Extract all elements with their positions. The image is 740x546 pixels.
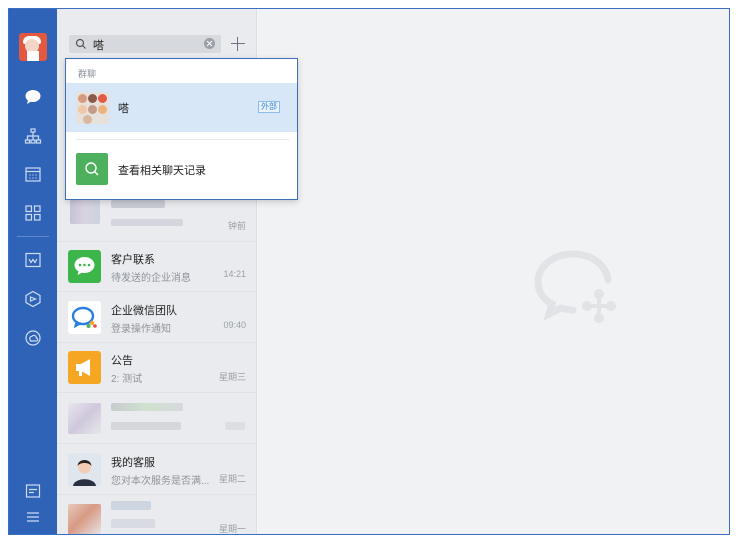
list-item[interactable]: 企业微信团队 登录操作通知 09:40 xyxy=(57,293,257,343)
list-item[interactable]: 我的客服 您对本次服务是否满... 星期二 xyxy=(57,445,257,495)
list-item-name: 企业微信团队 xyxy=(111,305,177,317)
wecom-team-icon xyxy=(68,301,101,334)
search-query: 嗒 xyxy=(93,40,104,52)
calendar-icon[interactable] xyxy=(23,164,43,184)
list-item-name: 公告 xyxy=(111,355,133,367)
search-chat-history-label: 查看相关聊天记录 xyxy=(118,165,206,177)
chat-bubble-icon[interactable] xyxy=(23,87,43,107)
search-icon xyxy=(75,38,86,49)
list-item-name: 客户联系 xyxy=(111,254,155,266)
list-item-time: 星期二 xyxy=(218,474,246,484)
list-item-preview: 待发送的企业消息 xyxy=(111,273,191,284)
list-item-name: 我的客服 xyxy=(111,457,155,469)
search-input[interactable]: 嗒 xyxy=(69,35,221,53)
external-badge: 外部 xyxy=(258,101,280,113)
list-item[interactable]: 星期一 xyxy=(57,495,257,534)
section-label: 群聊 xyxy=(78,69,97,79)
drive-icon[interactable] xyxy=(23,289,43,309)
magnifier-icon xyxy=(76,153,108,185)
divider xyxy=(76,139,289,140)
group-avatar xyxy=(76,92,109,124)
group-result-item[interactable]: 嗒 外部 xyxy=(66,83,297,132)
clear-search-icon[interactable] xyxy=(204,38,215,49)
cloud-icon[interactable] xyxy=(23,328,43,348)
document-icon[interactable] xyxy=(23,250,43,270)
list-item-time: 星期三 xyxy=(218,372,246,382)
app-window: 嗒 钟前 客户联系 待发送的企业消息 14:21 企业微信团队 登录操作通知 0… xyxy=(8,8,730,535)
list-item[interactable] xyxy=(57,394,257,444)
list-item[interactable]: 公告 2: 测试 星期三 xyxy=(57,343,257,393)
megaphone-icon xyxy=(68,351,101,384)
nav-rail xyxy=(9,9,57,534)
wecom-logo-icon xyxy=(534,250,616,323)
agent-avatar xyxy=(68,453,101,486)
search-results-dropdown: 群聊 嗒 外部 查看相关聊天记录 xyxy=(65,58,298,200)
list-item[interactable]: 客户联系 待发送的企业消息 14:21 xyxy=(57,242,257,292)
chat-panel xyxy=(258,9,729,534)
add-button[interactable] xyxy=(229,35,247,53)
notes-icon[interactable] xyxy=(23,481,43,501)
list-item-time: 14:21 xyxy=(223,269,246,279)
list-item-preview: 您对本次服务是否满... xyxy=(111,476,210,487)
apps-grid-icon[interactable] xyxy=(23,203,43,223)
list-item-time: 星期一 xyxy=(218,524,246,534)
list-item-time: 09:40 xyxy=(223,320,246,330)
list-item-time: 钟前 xyxy=(227,221,246,231)
list-item-preview: 登录操作通知 xyxy=(111,324,171,335)
search-chat-history-item[interactable]: 查看相关聊天记录 xyxy=(66,146,297,192)
user-avatar[interactable] xyxy=(19,33,47,61)
list-item-preview: 2: 测试 xyxy=(111,374,143,385)
group-name: 嗒 xyxy=(118,103,129,115)
menu-icon[interactable] xyxy=(23,507,43,527)
wechat-chat-icon xyxy=(68,250,101,283)
org-chart-icon[interactable] xyxy=(23,126,43,146)
